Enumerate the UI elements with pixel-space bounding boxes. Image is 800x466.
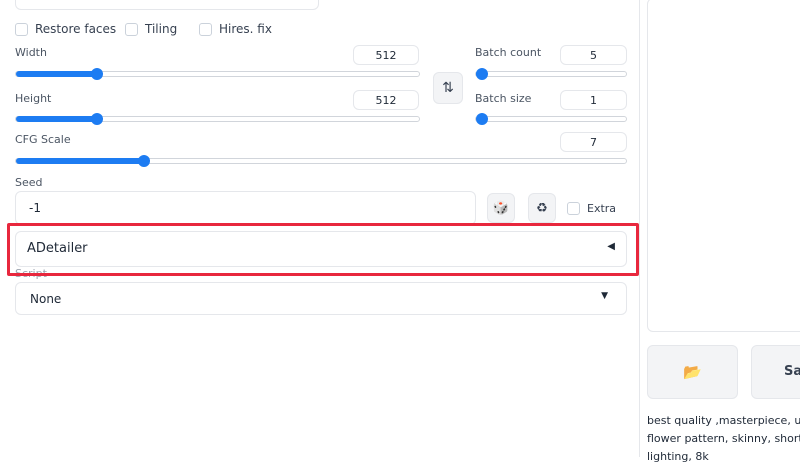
seed-input[interactable]: -1 — [15, 191, 476, 225]
batch-size-number-input[interactable]: 1 — [560, 90, 627, 110]
script-dropdown[interactable]: None ▼ — [15, 282, 627, 315]
tiling-option[interactable]: Tiling — [125, 21, 177, 37]
restore-faces-option[interactable]: Restore faces — [15, 21, 116, 37]
height-label: Height — [15, 92, 52, 105]
cfg-scale-slider-thumb[interactable] — [138, 155, 150, 167]
height-number-input[interactable]: 512 — [353, 90, 419, 110]
hires-fix-checkbox[interactable] — [199, 22, 212, 36]
tiling-label: Tiling — [145, 22, 178, 36]
height-slider-thumb[interactable] — [91, 113, 103, 125]
batch-count-slider[interactable] — [475, 68, 627, 80]
height-slider-fill — [16, 116, 97, 122]
batch-count-slider-thumb[interactable] — [476, 68, 488, 80]
cfg-scale-label: CFG Scale — [15, 133, 71, 146]
width-slider[interactable] — [15, 68, 420, 80]
width-slider-fill — [16, 71, 97, 77]
cfg-scale-slider[interactable] — [15, 155, 627, 167]
save-button-label: Sav — [784, 364, 800, 379]
batch-size-slider-thumb[interactable] — [476, 113, 488, 125]
output-panel: 📂 Sav best quality ,masterpiece, ultra h… — [647, 0, 800, 463]
folder-icon: 📂 — [683, 363, 702, 381]
reuse-seed-button[interactable]: ♻ — [528, 193, 556, 223]
tiling-checkbox[interactable] — [125, 22, 138, 36]
width-label: Width — [15, 46, 47, 59]
generation-info-text: best quality ,masterpiece, ultra h flowe… — [647, 412, 800, 466]
prompt-line: flower pattern, skinny, short hair, — [647, 432, 800, 445]
previous-control-box[interactable] — [15, 0, 319, 10]
hires-fix-label: Hires. fix — [219, 22, 272, 36]
swap-dimensions-button[interactable]: ⇅ — [433, 72, 463, 104]
dice-icon: 🎲 — [492, 200, 510, 216]
cfg-scale-number-input[interactable]: 7 — [560, 132, 627, 152]
height-slider[interactable] — [15, 113, 420, 125]
hires-fix-option[interactable]: Hires. fix — [199, 21, 272, 37]
prompt-line: best quality ,masterpiece, ultra h — [647, 414, 800, 427]
batch-size-label: Batch size — [475, 92, 532, 105]
prompt-line: lighting, 8k — [647, 450, 709, 463]
open-folder-button[interactable]: 📂 — [647, 345, 738, 399]
chevron-down-icon: ▼ — [601, 291, 608, 301]
restore-faces-checkbox[interactable] — [15, 22, 28, 36]
batch-count-number-input[interactable]: 5 — [560, 45, 627, 65]
script-selected-value: None — [30, 292, 62, 306]
highlight-outline — [7, 223, 639, 276]
restore-faces-label: Restore faces — [35, 22, 117, 36]
batch-size-slider[interactable] — [475, 113, 627, 125]
output-image-gallery[interactable] — [647, 0, 800, 332]
cfg-scale-slider-fill — [16, 158, 144, 164]
save-button[interactable]: Sav — [751, 345, 800, 399]
width-number-input[interactable]: 512 — [353, 45, 419, 65]
extra-label: Extra — [587, 202, 617, 215]
extra-checkbox[interactable] — [567, 202, 580, 215]
generation-settings-panel: Restore faces Tiling Hires. fix Width 51… — [0, 0, 640, 457]
width-slider-thumb[interactable] — [91, 68, 103, 80]
seed-label: Seed — [15, 176, 43, 189]
swap-icon: ⇅ — [442, 80, 454, 96]
recycle-icon: ♻ — [536, 200, 548, 216]
batch-count-label: Batch count — [475, 46, 542, 59]
extra-seed-option[interactable]: Extra — [567, 202, 616, 215]
random-seed-button[interactable]: 🎲 — [487, 193, 515, 223]
